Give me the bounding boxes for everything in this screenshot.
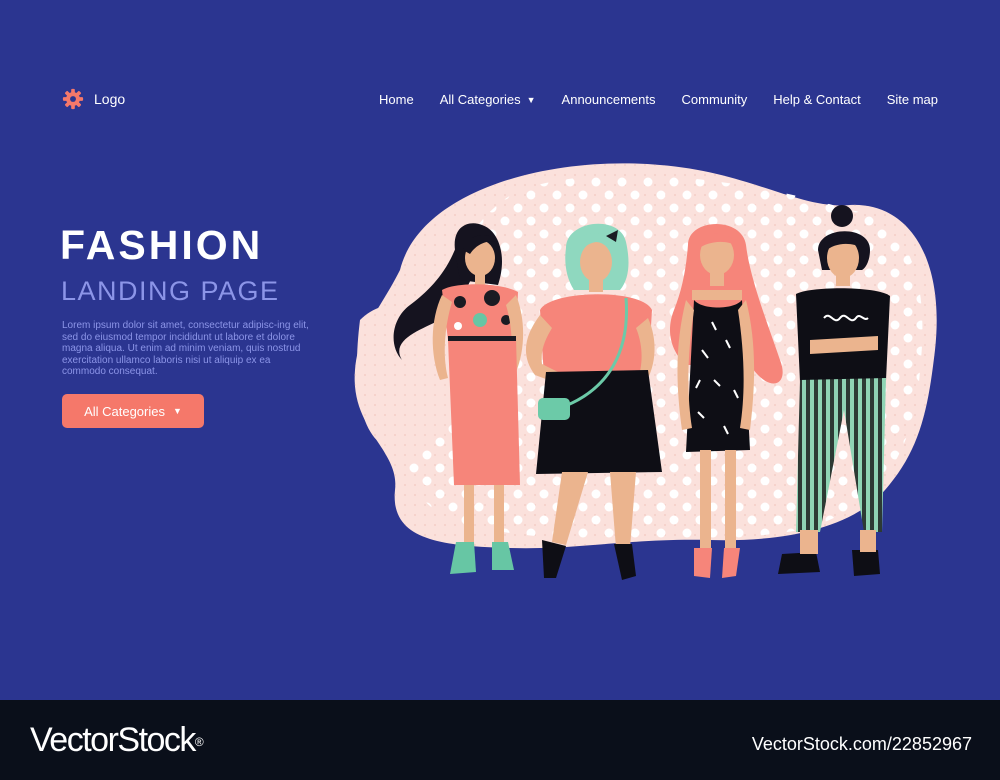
registered-mark: ® bbox=[194, 735, 204, 749]
main-nav: Home All Categories ▼ Announcements Comm… bbox=[379, 92, 938, 107]
hero-title: FASHION bbox=[60, 222, 264, 268]
logo-label: Logo bbox=[94, 91, 126, 107]
footer: VectorStock® VectorStock.com/22852967 bbox=[0, 700, 1000, 780]
caret-down-icon: ▼ bbox=[526, 94, 536, 105]
gear-icon bbox=[62, 88, 84, 110]
all-categories-button[interactable]: All Categories ▼ bbox=[62, 394, 204, 428]
nav-announcements[interactable]: Announcements bbox=[562, 92, 656, 107]
nav-all-categories-label: All Categories bbox=[439, 92, 521, 107]
nav-all-categories[interactable]: All Categories ▼ bbox=[440, 92, 536, 107]
all-categories-button-label: All Categories bbox=[84, 403, 165, 419]
hero-body-text: Lorem ipsum dolor sit amet, consectetur … bbox=[62, 320, 309, 377]
hero-subtitle: LANDING PAGE bbox=[61, 276, 280, 306]
nav-community[interactable]: Community bbox=[682, 92, 748, 107]
brand-name: VectorStock bbox=[30, 721, 196, 759]
fashion-illustration bbox=[354, 163, 937, 580]
logo[interactable]: Logo bbox=[62, 88, 125, 110]
nav-home[interactable]: Home bbox=[379, 92, 414, 107]
landing-page: Logo Home All Categories ▼ Announcements… bbox=[0, 0, 1000, 700]
vectorstock-logo[interactable]: VectorStock® bbox=[30, 720, 204, 760]
image-id: VectorStock.com/22852967 bbox=[751, 734, 972, 754]
nav-site-map[interactable]: Site map bbox=[887, 92, 938, 107]
caret-down-icon: ▼ bbox=[173, 406, 182, 416]
nav-help-contact[interactable]: Help & Contact bbox=[773, 92, 860, 107]
